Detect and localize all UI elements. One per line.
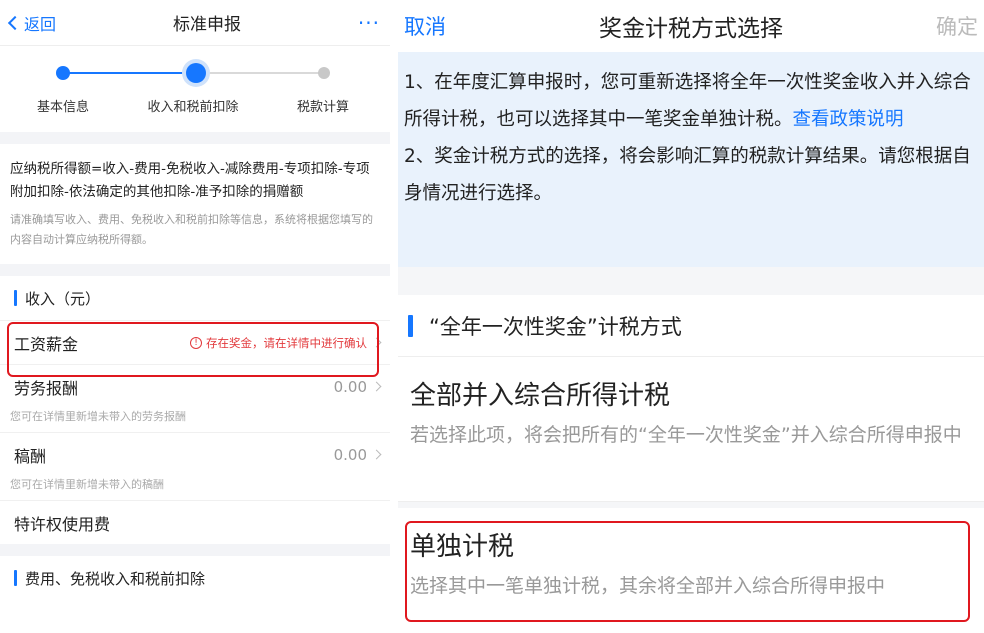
income-title-label: 收入（元） (25, 289, 101, 308)
row-hint: 您可在详情里新增未带入的劳务报酬 (10, 410, 186, 423)
row-license[interactable]: 特许权使用费 (0, 500, 390, 544)
progress-stepper: 基本信息 收入和税前扣除 税款计算 (0, 46, 390, 132)
page-title: 标准申报 (172, 15, 241, 35)
formula-text: 应纳税所得额=收入-费用-免税收入-减除费用-专项扣除-专项附加扣除-依法确定的… (10, 161, 370, 200)
divider (0, 544, 390, 556)
divider (0, 132, 390, 144)
policy-link[interactable]: 查看政策说明 (793, 109, 904, 130)
highlight-box-separate (405, 521, 970, 622)
step-dot-1 (56, 66, 70, 80)
highlight-box-salary (7, 322, 379, 377)
step-dot-current (186, 63, 206, 83)
chevron-right-icon (371, 449, 382, 460)
option-merge-all[interactable]: 全部并入综合所得计税 若选择此项，将会把所有的“全年一次性奖金”并入综合所得申报… (398, 357, 984, 502)
divider (0, 264, 390, 276)
row-name: 稿酬 (14, 446, 47, 466)
cancel-button[interactable]: 取消 (404, 11, 446, 41)
divider (398, 267, 984, 295)
formula-block: 应纳税所得额=收入-费用-免税收入-减除费用-专项扣除-专项附加扣除-依法确定的… (0, 144, 390, 264)
screenshot: 返回 标准申报 ··· 基本信息 收入和税前扣除 税款计算 应纳税所得额=收入-… (0, 0, 984, 633)
row-royalty[interactable]: 稿酬 0.00 (0, 432, 390, 476)
income-section-title: 收入（元） (0, 276, 390, 320)
formula-hint: 请准确填写收入、费用、免税收入和税前扣除等信息，系统将根据您填写的内容自动计算应… (10, 213, 373, 246)
value-text: 0.00 (333, 445, 367, 464)
deduction-section-title: 费用、免税收入和税前扣除 (0, 556, 390, 600)
row-name: 劳务报酬 (14, 378, 79, 398)
row-hint: 您可在详情里新增未带入的稿酬 (10, 478, 164, 491)
value-text: 0.00 (333, 377, 367, 396)
back-label: 返回 (24, 14, 57, 34)
more-icon[interactable]: ··· (358, 11, 380, 35)
confirm-button[interactable]: 确定 (936, 11, 978, 41)
section-marker (14, 290, 17, 306)
section-title-label: “全年一次性奖金”计税方式 (429, 314, 682, 339)
page-title: 奖金计税方式选择 (599, 16, 783, 42)
notice-block: 1、在年度汇算申报时，您可重新选择将全年一次性奖金收入并入综合所得计税，也可以选… (398, 52, 984, 267)
row-name: 特许权使用费 (14, 514, 111, 534)
row-value: 0.00 (333, 445, 382, 464)
notice-p2: 2、奖金计税方式的选择，将会影响汇算的税款计算结果。请您根据自身情况进行选择。 (404, 146, 971, 204)
step-line-pending (195, 72, 325, 74)
nav-bar: 返回 标准申报 ··· (0, 0, 390, 46)
step-line-done (62, 72, 195, 74)
bonus-section-title: “全年一次性奖金”计税方式 (398, 295, 984, 357)
option-desc: 若选择此项，将会把所有的“全年一次性奖金”并入综合所得申报中 (410, 424, 962, 446)
step-dot-3 (318, 67, 330, 79)
nav-bar: 取消 奖金计税方式选择 确定 (398, 0, 984, 52)
option-title: 全部并入综合所得计税 (410, 381, 671, 411)
step-label-1: 基本信息 (36, 100, 89, 115)
deduction-title-label: 费用、免税收入和税前扣除 (25, 569, 206, 588)
section-marker (14, 570, 17, 586)
step-label-3: 税款计算 (296, 100, 349, 115)
standard-declaration-screen: 返回 标准申报 ··· 基本信息 收入和税前扣除 税款计算 应纳税所得额=收入-… (0, 0, 390, 633)
back-button[interactable]: 返回 (7, 11, 57, 35)
chevron-right-icon (371, 381, 382, 392)
step-label-2: 收入和税前扣除 (147, 100, 239, 115)
row-value: 0.00 (333, 377, 382, 396)
chevron-left-icon (7, 15, 23, 30)
section-marker (408, 314, 413, 337)
